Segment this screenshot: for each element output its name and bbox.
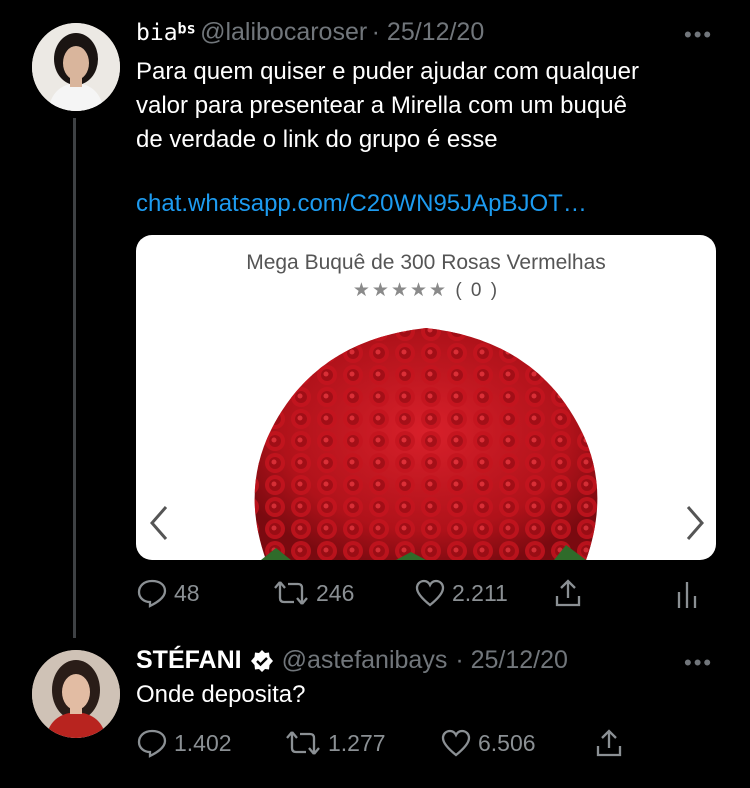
- tweet-text-line: de verdade o link do grupo é esse: [136, 126, 498, 153]
- share-icon[interactable]: [553, 578, 583, 608]
- tweet-text-line: Para quem quiser e puder ajudar com qual…: [136, 58, 639, 85]
- tweet-1-header: biabs @lalibocaroser · 25/12/20: [136, 18, 484, 47]
- rose-bouquet-image: [254, 328, 598, 560]
- avatar[interactable]: [32, 23, 120, 111]
- author-handle[interactable]: @astefanibays: [282, 646, 448, 675]
- chevron-left-icon[interactable]: [146, 503, 172, 543]
- tweet-2-header: STÉFANI @astefanibays · 25/12/20: [136, 646, 568, 675]
- like-button[interactable]: 6.506: [440, 728, 536, 758]
- tweet-text: Para quem quiser e puder ajudar com qual…: [136, 55, 736, 157]
- whatsapp-link[interactable]: chat.whatsapp.com/C20WN95JApBJOT…: [136, 190, 587, 218]
- avatar-photo: [32, 650, 120, 738]
- like-count: 2.211: [452, 579, 508, 606]
- media-card[interactable]: Mega Buquê de 300 Rosas Vermelhas ★★★★★ …: [136, 235, 716, 560]
- reply-button[interactable]: 1.402: [136, 728, 232, 758]
- like-count: 6.506: [478, 729, 536, 756]
- reply-icon: [137, 729, 167, 758]
- product-title: Mega Buquê de 300 Rosas Vermelhas: [246, 251, 606, 274]
- reply-count: 1.402: [174, 729, 232, 756]
- author-name[interactable]: bia: [136, 20, 178, 46]
- reply-count: 48: [174, 579, 200, 606]
- rating-count: ( 0 ): [455, 280, 500, 301]
- avatar-photo: [32, 23, 120, 111]
- reply-icon: [137, 579, 167, 608]
- author-name-superscript: bs: [177, 19, 196, 38]
- like-button[interactable]: 2.211: [414, 578, 508, 608]
- avatar[interactable]: [32, 650, 120, 738]
- tweet-text: Onde deposita?: [136, 681, 306, 708]
- like-icon: [441, 729, 471, 757]
- retweet-count: 246: [316, 579, 355, 606]
- retweet-icon: [274, 581, 308, 605]
- retweet-button[interactable]: 1.277: [284, 728, 386, 758]
- retweet-icon: [286, 731, 320, 755]
- like-icon: [415, 579, 445, 607]
- reply-button[interactable]: 48: [136, 578, 200, 608]
- tweet-date[interactable]: · 25/12/20: [455, 646, 568, 675]
- author-handle[interactable]: @lalibocaroser: [200, 18, 367, 46]
- analytics-icon[interactable]: [675, 578, 699, 610]
- tweet-date[interactable]: · 25/12/20: [372, 18, 485, 46]
- share-icon[interactable]: [594, 728, 624, 758]
- author-name[interactable]: STÉFANI: [136, 646, 242, 675]
- more-icon[interactable]: •••: [684, 650, 713, 676]
- chevron-right-icon[interactable]: [682, 503, 708, 543]
- tweet-text-line: valor para presentear a Mirella com um b…: [136, 92, 627, 119]
- retweet-button[interactable]: 246: [272, 578, 354, 608]
- more-icon[interactable]: •••: [684, 22, 713, 48]
- verified-badge-icon: [250, 649, 273, 672]
- rating: ★★★★★ ( 0 ): [136, 279, 716, 302]
- retweet-count: 1.277: [328, 729, 386, 756]
- star-rating-icon: ★★★★★: [352, 280, 449, 301]
- thread-line: [73, 118, 76, 638]
